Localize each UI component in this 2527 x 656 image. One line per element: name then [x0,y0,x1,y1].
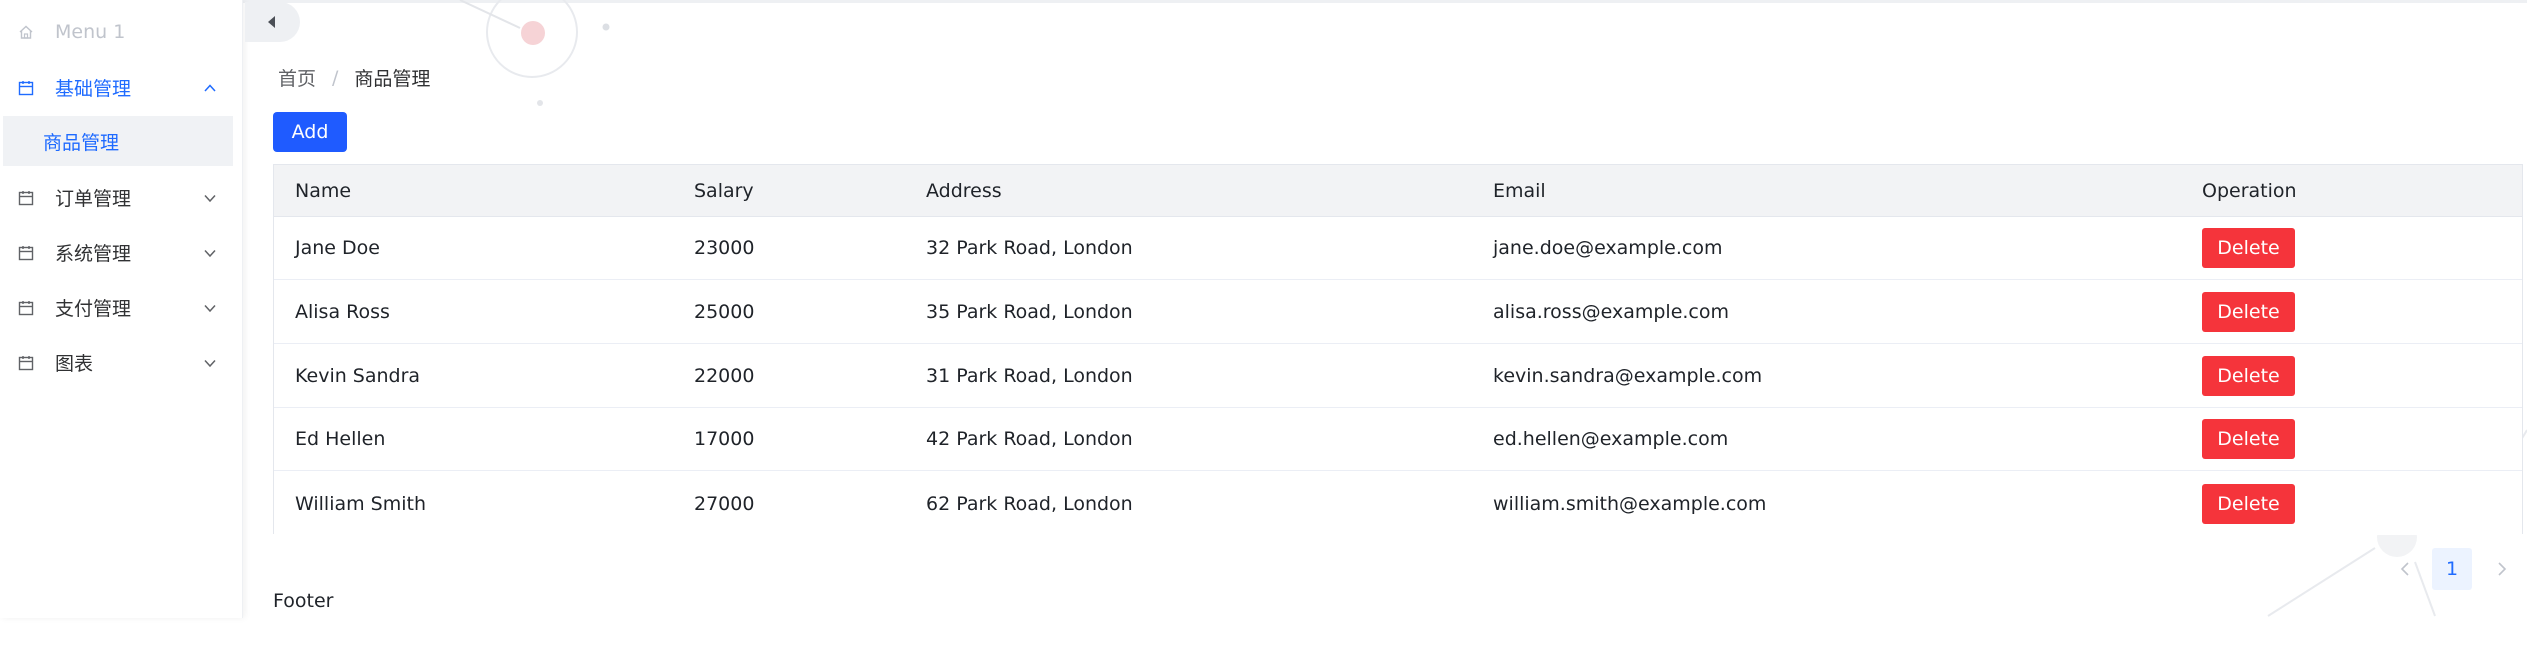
cell-operation: Delete [2202,217,2295,279]
chevron-right-icon [2498,562,2507,576]
caret-left-icon [268,16,275,28]
chevron-left-icon [2400,562,2409,576]
breadcrumb-current: 商品管理 [354,68,431,90]
delete-button[interactable]: Delete [2202,356,2295,396]
pagination-prev-button[interactable] [2390,554,2420,584]
sidebar-subitem-label: 商品管理 [43,131,120,154]
pagination-page-1[interactable]: 1 [2432,548,2472,590]
add-button[interactable]: Add [273,112,347,152]
cell-salary: 27000 [694,492,755,515]
cell-operation: Delete [2202,281,2295,343]
table-header: Name Salary Address Email Operation [274,165,2522,217]
cell-address: 31 Park Road, London [926,365,1133,387]
cell-email: alisa.ross@example.com [1493,301,1729,323]
chevron-down-icon [204,359,216,367]
breadcrumb: 首页 / 商品管理 [278,64,430,91]
data-table: Name Salary Address Email Operation Jane… [273,164,2523,535]
sidebar-item-system-management[interactable]: 系统管理 [0,225,243,280]
sidebar: Menu 1 基础管理 商品管理 订单管理 系统管理 支付管理 图表 [0,0,243,618]
cell-operation: Delete [2202,408,2295,470]
column-header-operation: Operation [2202,179,2297,202]
cell-address: 62 Park Road, London [926,492,1133,515]
column-header-email: Email [1493,179,1546,202]
cell-address: 32 Park Road, London [926,237,1133,259]
table-row: Ed Hellen 17000 42 Park Road, London ed.… [274,408,2522,471]
home-icon [19,25,33,39]
table-row: Jane Doe 23000 32 Park Road, London jane… [274,217,2522,280]
sidebar-collapse-button[interactable] [245,2,300,42]
sidebar-item-payment-management[interactable]: 支付管理 [0,280,243,335]
sidebar-item-basic-management[interactable]: 基础管理 [0,60,243,115]
top-border [0,0,2527,3]
cell-name: Alisa Ross [295,301,390,323]
calendar-icon [18,300,34,315]
sidebar-item-label: Menu 1 [55,20,126,43]
sidebar-item-label: 支付管理 [55,298,132,320]
cell-email: jane.doe@example.com [1493,237,1723,259]
cell-name: Jane Doe [295,237,380,259]
cell-name: Kevin Sandra [295,365,421,387]
chevron-down-icon [204,194,216,202]
column-header-address: Address [926,179,1002,202]
chevron-down-icon [204,304,216,312]
calendar-icon [18,80,34,95]
column-header-salary: Salary [694,179,754,202]
cell-name: William Smith [295,492,427,515]
cell-salary: 25000 [694,301,755,323]
delete-button[interactable]: Delete [2202,419,2295,459]
cell-salary: 17000 [694,428,755,450]
sidebar-item-charts[interactable]: 图表 [0,335,243,390]
delete-button[interactable]: Delete [2202,483,2295,524]
chevron-down-icon [204,249,216,257]
cell-address: 42 Park Road, London [926,428,1133,450]
breadcrumb-home-link[interactable]: 首页 [278,64,316,91]
delete-button[interactable]: Delete [2202,292,2295,332]
table-row: Alisa Ross 25000 35 Park Road, London al… [274,281,2522,344]
cell-email: ed.hellen@example.com [1493,428,1729,450]
cell-operation: Delete [2202,345,2295,407]
sidebar-item-order-management[interactable]: 订单管理 [0,170,243,225]
cell-email: kevin.sandra@example.com [1493,365,1763,387]
sidebar-item-menu-1[interactable]: Menu 1 [0,4,243,59]
column-header-name: Name [295,179,352,202]
calendar-icon [18,355,34,370]
breadcrumb-separator: / [332,66,339,89]
chevron-up-icon [204,83,216,92]
table-row: William Smith 27000 62 Park Road, London… [274,472,2522,535]
sidebar-item-label: 图表 [55,353,94,375]
footer: Footer [273,590,334,612]
cell-salary: 22000 [694,365,755,387]
cell-address: 35 Park Road, London [926,301,1133,323]
table-row: Kevin Sandra 22000 31 Park Road, London … [274,345,2522,408]
cell-name: Ed Hellen [295,428,386,450]
cell-operation: Delete [2202,472,2295,535]
pagination-next-button[interactable] [2487,554,2517,584]
sidebar-item-label: 系统管理 [55,243,132,265]
sidebar-item-label: 订单管理 [55,188,132,210]
cell-salary: 23000 [694,237,755,259]
sidebar-item-label: 基础管理 [55,78,132,100]
delete-button[interactable]: Delete [2202,228,2295,268]
calendar-icon [18,190,34,205]
sidebar-subitem-product-management[interactable]: 商品管理 [3,116,233,166]
cell-email: william.smith@example.com [1493,492,1767,515]
calendar-icon [18,245,34,260]
